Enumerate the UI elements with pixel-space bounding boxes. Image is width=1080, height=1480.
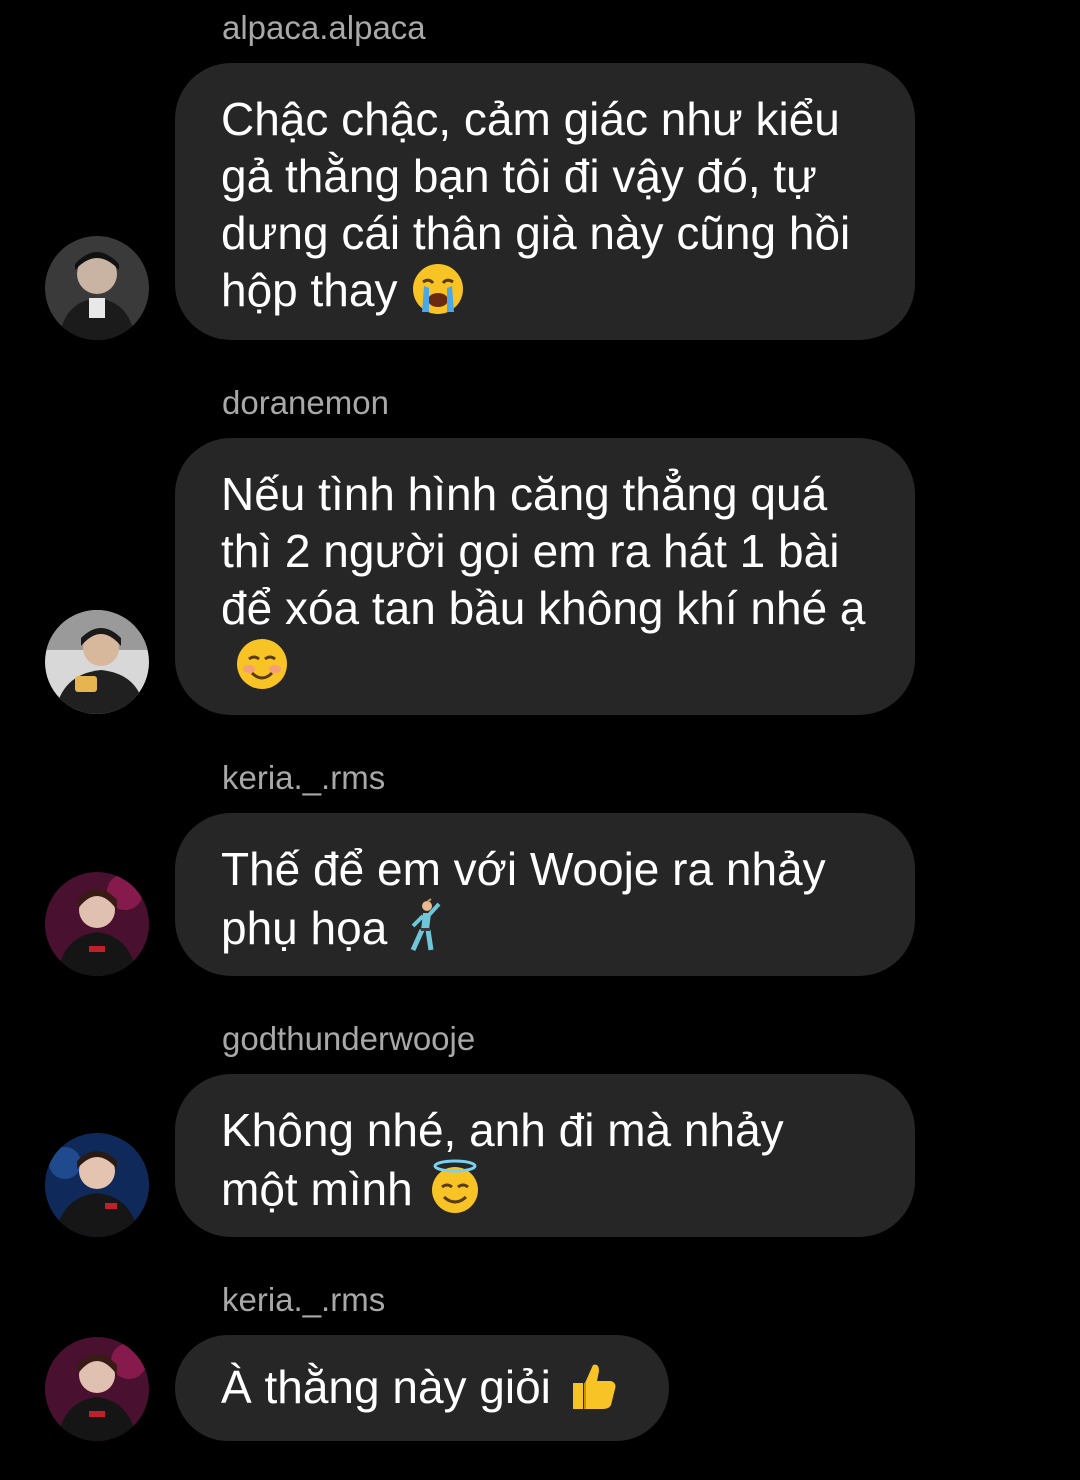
message-text: Thế để em với Wooje ra nhảy phụ họa: [221, 843, 826, 954]
halo-face-emoji: [427, 1159, 483, 1228]
avatar[interactable]: [45, 236, 149, 340]
sender-name[interactable]: keria._.rms: [222, 758, 385, 798]
sender-name[interactable]: keria._.rms: [222, 1280, 385, 1320]
message-bubble[interactable]: Không nhé, anh đi mà nhảy một mình: [175, 1074, 915, 1237]
message-text: Chậc chậc, cảm giác như kiểu gả thằng bạ…: [221, 93, 851, 316]
message-text: Không nhé, anh đi mà nhảy một mình: [221, 1104, 784, 1215]
sender-name[interactable]: alpaca.alpaca: [222, 8, 426, 48]
message-bubble[interactable]: Thế để em với Wooje ra nhảy phụ họa: [175, 813, 915, 976]
avatar[interactable]: [45, 1337, 149, 1441]
avatar[interactable]: [45, 1133, 149, 1237]
avatar[interactable]: [45, 872, 149, 976]
smiling-face-emoji: [235, 637, 289, 704]
message-bubble[interactable]: Chậc chậc, cảm giác như kiểu gả thằng bạ…: [175, 63, 915, 340]
sender-name[interactable]: doranemon: [222, 383, 389, 423]
message-thread: alpaca.alpaca Chậc chậc, cảm giác như ki…: [0, 0, 1080, 1480]
crying-face-emoji: [411, 262, 465, 329]
avatar[interactable]: [45, 610, 149, 714]
thumbs-up-emoji: [565, 1359, 619, 1426]
message-text: À thằng này giỏi: [221, 1361, 551, 1413]
message-bubble[interactable]: Nếu tình hình căng thẳng quá thì 2 người…: [175, 438, 915, 715]
sender-name[interactable]: godthunderwooje: [222, 1019, 475, 1059]
message-bubble[interactable]: À thằng này giỏi: [175, 1335, 669, 1441]
dancing-man-emoji: [401, 898, 445, 967]
message-text: Nếu tình hình căng thẳng quá thì 2 người…: [221, 468, 866, 634]
